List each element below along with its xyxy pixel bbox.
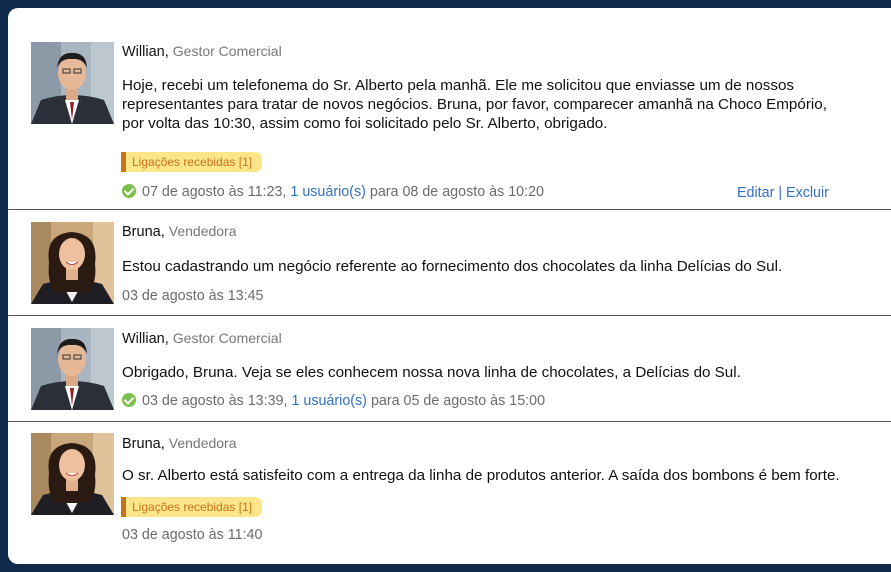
comment-date: 03 de agosto às 13:39, xyxy=(142,393,288,409)
author-line: Bruna, Vendedora xyxy=(122,223,237,240)
comment-date: 03 de agosto às 11:40 xyxy=(122,527,263,543)
author-role: Gestor Comercial xyxy=(172,43,282,59)
comment-line: Obrigado, Bruna. Veja se eles conhecem n… xyxy=(122,364,741,381)
author-name: Bruna, xyxy=(122,224,165,240)
divider xyxy=(8,209,891,210)
comment-date: 07 de agosto às 11:23, xyxy=(142,184,287,200)
author-line: Willian, Gestor Comercial xyxy=(122,330,282,347)
author-name: Bruna, xyxy=(122,436,165,452)
author-role: Vendedora xyxy=(168,435,237,451)
author-role: Vendedora xyxy=(168,223,237,239)
author-line: Bruna, Vendedora xyxy=(122,435,237,452)
due-date: para 05 de agosto às 15:00 xyxy=(370,393,546,409)
author-name: Willian, xyxy=(122,44,169,60)
check-circle-icon xyxy=(122,184,136,198)
comment-line: por volta das 10:30, assim como foi soli… xyxy=(122,115,608,132)
avatar-bruna xyxy=(31,433,114,515)
divider xyxy=(8,421,891,422)
author-name: Willian, xyxy=(122,331,169,347)
avatar-willian xyxy=(31,328,114,410)
comment-meta: 03 de agosto às 13:45 xyxy=(122,288,264,304)
comment-line: Hoje, recebi um telefonema do Sr. Albert… xyxy=(122,77,795,94)
comment-actions: Editar | Excluir xyxy=(737,185,829,201)
comment-date: 03 de agosto às 13:45 xyxy=(122,288,264,304)
author-role: Gestor Comercial xyxy=(172,330,282,346)
users-link[interactable]: 1 usuário(s) xyxy=(291,393,367,409)
call-tag[interactable]: Ligações recebidas [1] xyxy=(121,152,263,172)
comment-line: representantes para tratar de novos negó… xyxy=(122,96,827,113)
comment-meta: 07 de agosto às 11:23, 1 usuário(s) para… xyxy=(122,184,544,200)
comments-panel: Willian, Gestor Comercial Hoje, recebi u… xyxy=(8,8,891,564)
edit-link[interactable]: Editar xyxy=(737,185,774,201)
comment-text: O sr. Alberto está satisfeito com a entr… xyxy=(122,466,840,485)
comment-meta: 03 de agosto às 13:39, 1 usuário(s) para… xyxy=(122,393,545,409)
comment-line: Estou cadastrando um negócio referente a… xyxy=(122,258,783,275)
divider xyxy=(8,315,891,316)
author-line: Willian, Gestor Comercial xyxy=(122,43,282,60)
check-circle-icon xyxy=(122,393,136,407)
comment-meta: 03 de agosto às 11:40 xyxy=(122,527,262,543)
comment-line: O sr. Alberto está satisfeito com a entr… xyxy=(122,467,840,484)
actions-separator: | xyxy=(778,185,783,201)
comment-text: Estou cadastrando um negócio referente a… xyxy=(122,257,782,276)
due-date: para 08 de agosto às 10:20 xyxy=(369,184,544,200)
delete-link[interactable]: Excluir xyxy=(786,185,829,201)
users-link[interactable]: 1 usuário(s) xyxy=(290,184,366,200)
call-tag[interactable]: Ligações recebidas [1] xyxy=(121,497,263,517)
avatar-willian xyxy=(31,42,114,124)
comment-text: Hoje, recebi um telefonema do Sr. Albert… xyxy=(122,76,827,133)
comment-text: Obrigado, Bruna. Veja se eles conhecem n… xyxy=(122,363,741,382)
avatar-bruna xyxy=(31,222,114,304)
